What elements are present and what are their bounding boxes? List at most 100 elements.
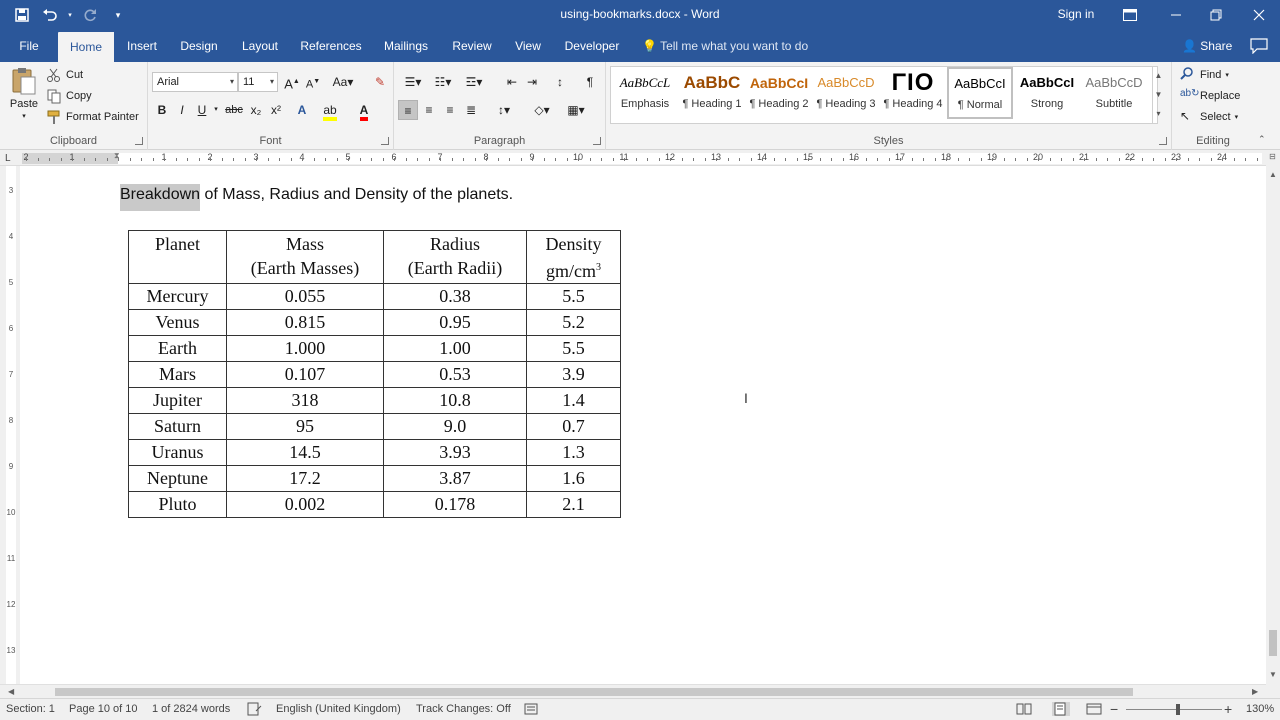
cut-button[interactable]: Cut bbox=[46, 67, 83, 83]
horizontal-scrollbar[interactable]: ◀ ▶ bbox=[0, 684, 1266, 698]
cell-planet[interactable]: Neptune bbox=[128, 465, 227, 492]
cell-planet[interactable]: Earth bbox=[128, 335, 227, 362]
cell-mass[interactable]: 0.107 bbox=[226, 361, 384, 388]
copy-button[interactable]: Copy bbox=[46, 88, 92, 104]
highlight-color-icon[interactable]: ab bbox=[320, 100, 340, 121]
tab-review[interactable]: Review bbox=[446, 30, 498, 62]
header-planet[interactable]: Planet bbox=[128, 230, 227, 284]
zoom-slider-thumb[interactable] bbox=[1176, 704, 1180, 715]
justify-icon[interactable]: ≣ bbox=[461, 100, 481, 120]
font-size-combo[interactable]: 11 ▾ bbox=[238, 72, 278, 92]
redo-icon[interactable] bbox=[78, 4, 102, 26]
style-heading-1[interactable]: AaBbC ¶ Heading 1 bbox=[679, 68, 745, 120]
cell-radius[interactable]: 0.95 bbox=[383, 309, 527, 336]
header-mass[interactable]: Mass (Earth Masses) bbox=[226, 230, 384, 284]
scroll-right-icon[interactable]: ▶ bbox=[1252, 687, 1258, 696]
clear-formatting-icon[interactable]: ✎ bbox=[370, 72, 390, 92]
vertical-scroll-thumb[interactable] bbox=[1269, 630, 1277, 656]
style-heading-3[interactable]: AaBbCcD ¶ Heading 3 bbox=[813, 68, 879, 120]
align-right-icon[interactable]: ≡ bbox=[440, 100, 460, 120]
save-icon[interactable] bbox=[10, 4, 34, 26]
pilcrow-icon[interactable]: ¶ bbox=[580, 72, 600, 92]
cell-mass[interactable]: 14.5 bbox=[226, 439, 384, 466]
close-icon[interactable] bbox=[1236, 0, 1280, 30]
cell-radius[interactable]: 3.87 bbox=[383, 465, 527, 492]
cell-radius[interactable]: 0.38 bbox=[383, 283, 527, 310]
cell-density[interactable]: 5.5 bbox=[526, 283, 621, 310]
styles-scroll[interactable]: ▲ ▼ ▾ bbox=[1152, 66, 1164, 124]
planets-table[interactable]: Planet Mass (Earth Masses) Radius (Earth R… bbox=[128, 230, 621, 518]
format-painter-button[interactable]: Format Painter bbox=[46, 109, 139, 125]
font-name-combo[interactable]: Arial ▾ bbox=[152, 72, 238, 92]
comments-icon[interactable] bbox=[1250, 38, 1268, 55]
cell-planet[interactable]: Uranus bbox=[128, 439, 227, 466]
cell-mass[interactable]: 0.055 bbox=[226, 283, 384, 310]
proofing-icon[interactable] bbox=[246, 702, 262, 716]
subscript-button[interactable]: x₂ bbox=[246, 100, 266, 120]
paste-button[interactable]: Paste ▾ bbox=[6, 66, 42, 128]
cell-mass[interactable]: 17.2 bbox=[226, 465, 384, 492]
style-subtitle[interactable]: AaBbCcD Subtitle bbox=[1081, 68, 1147, 120]
read-mode-icon[interactable] bbox=[1016, 702, 1032, 716]
section-indicator[interactable]: Section: 1 bbox=[6, 703, 55, 715]
cell-density[interactable]: 2.1 bbox=[526, 491, 621, 518]
strikethrough-button[interactable]: abc bbox=[224, 100, 244, 120]
style-emphasis[interactable]: AaBbCcL Emphasis bbox=[612, 68, 678, 120]
cell-radius[interactable]: 9.0 bbox=[383, 413, 527, 440]
clipboard-launcher-icon[interactable] bbox=[135, 137, 143, 145]
tab-mailings[interactable]: Mailings bbox=[376, 30, 436, 62]
grow-font-icon[interactable]: A▲ bbox=[282, 72, 302, 92]
undo-dropdown-icon[interactable]: ▾ bbox=[66, 4, 74, 26]
collapse-ribbon-icon[interactable]: ⌃ bbox=[1258, 134, 1266, 145]
web-layout-icon[interactable] bbox=[1086, 702, 1102, 716]
tab-developer[interactable]: Developer bbox=[558, 30, 626, 62]
horizontal-scroll-thumb[interactable] bbox=[55, 688, 1133, 696]
paragraph-text[interactable]: Breakdown of Mass, Radius and Density of… bbox=[120, 184, 513, 211]
undo-icon[interactable] bbox=[38, 4, 62, 26]
style-heading-2[interactable]: AaBbCcI ¶ Heading 2 bbox=[746, 68, 812, 120]
cell-radius[interactable]: 1.00 bbox=[383, 335, 527, 362]
bullets-icon[interactable]: ☰▾ bbox=[400, 72, 426, 92]
replace-button[interactable]: ab↻ Replace bbox=[1180, 88, 1240, 104]
styles-launcher-icon[interactable] bbox=[1159, 137, 1167, 145]
find-button[interactable]: Find ▾ bbox=[1180, 67, 1229, 83]
macro-icon[interactable] bbox=[524, 702, 540, 716]
style-strong[interactable]: AaBbCcI Strong bbox=[1014, 68, 1080, 120]
tell-me-box[interactable]: 💡 Tell me what you want to do bbox=[642, 30, 808, 62]
tab-insert[interactable]: Insert bbox=[120, 30, 164, 62]
borders-icon[interactable]: ▦▾ bbox=[562, 100, 590, 120]
customize-icon[interactable]: ▾ bbox=[106, 4, 130, 26]
cell-density[interactable]: 5.5 bbox=[526, 335, 621, 362]
vertical-scrollbar[interactable]: ⊟ ▲ ▼ bbox=[1266, 150, 1280, 684]
page-indicator[interactable]: Page 10 of 10 bbox=[69, 703, 138, 715]
track-changes-indicator[interactable]: Track Changes: Off bbox=[416, 703, 511, 715]
zoom-in-icon[interactable]: + bbox=[1224, 701, 1232, 717]
cell-mass[interactable]: 318 bbox=[226, 387, 384, 414]
italic-button[interactable]: I bbox=[172, 100, 192, 120]
cell-density[interactable]: 5.2 bbox=[526, 309, 621, 336]
cell-planet[interactable]: Pluto bbox=[128, 491, 227, 518]
paragraph-launcher-icon[interactable] bbox=[593, 137, 601, 145]
increase-indent-icon[interactable]: ⇥ bbox=[522, 72, 542, 92]
underline-button[interactable]: U bbox=[192, 100, 212, 120]
cell-planet[interactable]: Saturn bbox=[128, 413, 227, 440]
shading-icon[interactable]: ◇▾ bbox=[528, 100, 556, 120]
header-density[interactable]: Density gm/cm3 bbox=[526, 230, 621, 284]
tab-home[interactable]: Home bbox=[58, 32, 114, 62]
cell-mass[interactable]: 0.815 bbox=[226, 309, 384, 336]
cell-density[interactable]: 1.4 bbox=[526, 387, 621, 414]
tab-design[interactable]: Design bbox=[174, 30, 224, 62]
document-page[interactable]: Breakdown of Mass, Radius and Density of… bbox=[20, 166, 1266, 684]
cell-density[interactable]: 0.7 bbox=[526, 413, 621, 440]
select-button[interactable]: ↖ Select ▾ bbox=[1180, 109, 1238, 125]
underline-dropdown-icon[interactable]: ▾ bbox=[212, 100, 220, 120]
ribbon-display-icon[interactable] bbox=[1107, 0, 1153, 30]
align-center-icon[interactable]: ≡ bbox=[419, 100, 439, 120]
header-radius[interactable]: Radius (Earth Radii) bbox=[383, 230, 527, 284]
cell-density[interactable]: 3.9 bbox=[526, 361, 621, 388]
cell-density[interactable]: 1.6 bbox=[526, 465, 621, 492]
cell-planet[interactable]: Jupiter bbox=[128, 387, 227, 414]
font-launcher-icon[interactable] bbox=[381, 137, 389, 145]
superscript-button[interactable]: x² bbox=[266, 100, 286, 120]
decrease-indent-icon[interactable]: ⇤ bbox=[502, 72, 522, 92]
